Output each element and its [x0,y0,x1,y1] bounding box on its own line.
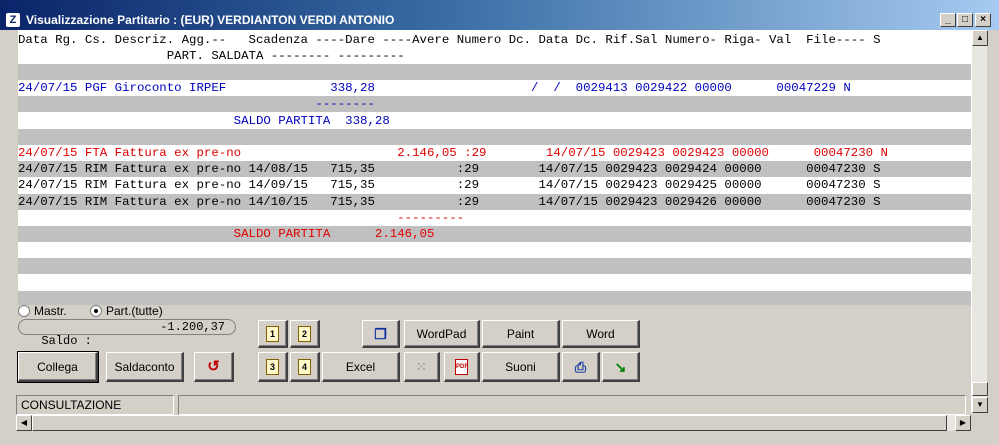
page-2-icon: 2 [298,325,311,342]
pdf-icon: PDF [455,358,468,375]
scroll-left-button[interactable]: ◀ [16,415,32,431]
copy-pages-icon: ❐ [374,325,387,342]
scroll-down-button[interactable]: ▼ [972,397,988,413]
saldo-value: -1.200,37 [160,320,225,334]
table-row[interactable]: SALDO PARTITA 2.146,05 [18,226,971,242]
minimize-button[interactable]: _ [940,13,956,27]
close-button[interactable]: × [975,13,991,27]
radio-mastr[interactable]: Mastr. [18,304,67,318]
window-title-bar: Z Visualizzazione Partitario : (EUR) VER… [0,0,999,30]
status-mode: CONSULTAZIONE [16,395,174,415]
table-row[interactable]: 24/07/15 FTA Fattura ex pre-no 2.146,05 … [18,145,971,161]
maximize-button[interactable]: □ [957,13,973,27]
table-row[interactable]: 24/07/15 RIM Fattura ex pre-no 14/09/15 … [18,177,971,193]
pdf-button[interactable]: PDF [444,352,480,382]
suoni-button[interactable]: Suoni [482,352,560,382]
word-button[interactable]: Word [562,320,640,348]
table-row[interactable]: --------- [18,210,971,226]
vertical-scrollbar[interactable]: ▲ ▼ [971,30,988,413]
horizontal-scroll-thumb[interactable] [32,415,947,431]
undo-icon: ↺ [207,357,220,375]
undo-button[interactable]: ↺ [194,352,234,382]
app-icon: Z [6,13,20,27]
printer-icon: ⎙ [574,358,587,375]
page-2-button[interactable]: 2 [290,320,320,348]
saldo-display: Saldo : -1.200,37 [18,319,236,348]
grid-subheader: PART. SALDATA -------- --------- [18,49,405,63]
radio-mastr-label: Mastr. [34,304,67,318]
exit-arrow-icon: ↘ [614,358,627,375]
table-row[interactable]: -------- [18,96,971,113]
collega-button[interactable]: Collega [17,351,99,383]
exit-button[interactable]: ↘ [602,352,640,382]
table-row[interactable] [18,258,971,275]
window-title: Visualizzazione Partitario : (EUR) VERDI… [26,13,395,27]
scroll-right-button[interactable]: ▶ [955,415,971,431]
radio-part-label: Part.(tutte) [106,304,163,318]
excel-button[interactable]: Excel [322,352,400,382]
page-3-icon: 3 [266,358,279,375]
table-row[interactable] [18,128,971,145]
page-4-button[interactable]: 4 [290,352,320,382]
copy-pages-button[interactable]: ❐ [362,320,400,348]
table-row[interactable] [18,242,971,258]
radio-part-indicator[interactable] [90,305,102,317]
table-row[interactable]: 24/07/15 RIM Fattura ex pre-no 14/08/15 … [18,161,971,178]
grid-header: Data Rg. Cs. Descriz. Agg.-- Scadenza --… [18,33,881,47]
table-row[interactable]: 24/07/15 RIM Fattura ex pre-no 14/10/15 … [18,193,971,210]
page-4-icon: 4 [298,358,311,375]
wordpad-button[interactable]: WordPad [404,320,480,348]
radio-part[interactable]: Part.(tutte) [90,304,163,318]
table-row[interactable] [18,290,971,305]
table-row[interactable]: 24/07/15 PGF Giroconto IRPEF 338,28 / / … [18,80,971,96]
table-row[interactable] [18,64,971,80]
status-message [178,395,966,415]
horizontal-scrollbar[interactable]: ◀ ▶ [16,415,971,431]
saldo-label: Saldo : [41,334,92,348]
page-3-button[interactable]: 3 [258,352,288,382]
grid-button[interactable]: ⁙ [404,352,440,382]
print-button[interactable]: ⎙ [562,352,600,382]
page-1-button[interactable]: 1 [258,320,288,348]
vertical-scroll-thumb[interactable] [972,382,988,396]
page-1-icon: 1 [266,325,279,342]
grid-dots-icon: ⁙ [416,358,427,374]
table-row[interactable] [18,275,971,291]
table-row[interactable]: SALDO PARTITA 338,28 [18,113,971,129]
paint-button[interactable]: Paint [482,320,560,348]
saldaconto-button[interactable]: Saldaconto [106,352,184,382]
radio-mastr-indicator[interactable] [18,305,30,317]
scroll-up-button[interactable]: ▲ [972,30,988,46]
ledger-grid[interactable]: Data Rg. Cs. Descriz. Agg.-- Scadenza --… [18,30,971,305]
